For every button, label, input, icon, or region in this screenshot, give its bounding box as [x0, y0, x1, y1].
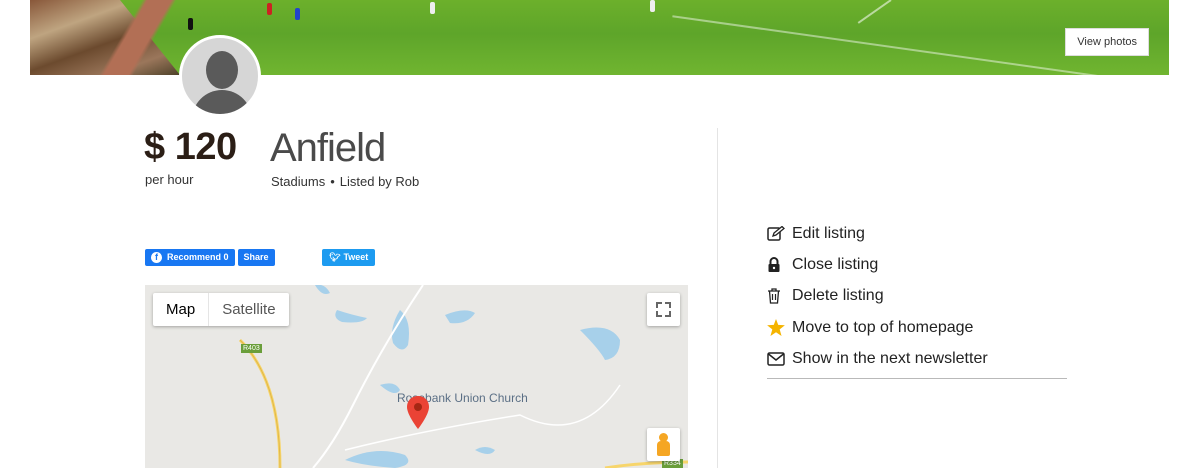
map-tab-map[interactable]: Map: [153, 293, 210, 326]
action-label: Close listing: [792, 255, 879, 273]
separator-dot: •: [330, 174, 335, 189]
fb-recommend-label: Recommend 0: [167, 252, 229, 262]
map-road: [312, 285, 424, 468]
fullscreen-button[interactable]: [647, 293, 680, 326]
delete-listing-action[interactable]: Delete listing: [767, 281, 1067, 312]
map-lake: [335, 310, 367, 323]
pegman-icon: [657, 441, 670, 456]
close-listing-action[interactable]: Close listing: [767, 249, 1067, 280]
avatar[interactable]: [179, 35, 261, 117]
map-lake: [580, 327, 620, 360]
envelope-icon: [767, 349, 792, 369]
fullscreen-icon: [656, 311, 662, 317]
actions-divider: [767, 378, 1067, 380]
listing-meta: Stadiums • Listed by Rob: [271, 174, 419, 189]
facebook-buttons: f Recommend 0 Share: [145, 249, 278, 266]
listed-by[interactable]: Listed by Rob: [340, 174, 420, 189]
listing-title: Anfield: [270, 126, 386, 170]
fb-recommend-button[interactable]: f Recommend 0: [145, 249, 235, 266]
map-type-toggle: Map Satellite: [153, 293, 289, 326]
action-label: Delete listing: [792, 287, 884, 305]
map-lake: [475, 447, 495, 454]
edit-listing-action[interactable]: Edit listing: [767, 218, 1067, 249]
player-figure: [430, 2, 435, 14]
location-map[interactable]: R403 R334 Rosebank Union Church Map Sate…: [145, 285, 688, 468]
move-to-top-action[interactable]: Move to top of homepage: [767, 312, 1067, 343]
map-road: [238, 338, 282, 468]
fb-share-button[interactable]: Share: [237, 249, 275, 266]
road-label: R403: [241, 344, 262, 353]
map-tab-satellite[interactable]: Satellite: [209, 293, 288, 326]
player-figure: [267, 3, 272, 15]
fullscreen-icon: [665, 302, 671, 308]
fullscreen-icon: [656, 302, 662, 308]
facebook-icon: f: [151, 252, 162, 263]
listing-actions: Edit listing Close listing Delete listin…: [767, 218, 1067, 380]
street-view-pegman-button[interactable]: [647, 428, 680, 461]
map-lake: [345, 451, 409, 468]
listing-category[interactable]: Stadiums: [271, 174, 325, 189]
trash-icon: [767, 286, 792, 306]
avatar-head-shape: [206, 51, 238, 89]
player-figure: [650, 0, 655, 12]
action-label: Move to top of homepage: [792, 318, 974, 336]
avatar-body-shape: [192, 90, 252, 114]
view-photos-button[interactable]: View photos: [1065, 28, 1149, 56]
map-lake: [445, 310, 475, 324]
tweet-label: Tweet: [343, 252, 369, 262]
fb-share-label: Share: [243, 252, 269, 262]
fullscreen-icon: [665, 311, 671, 317]
listing-price: $ 120: [144, 126, 237, 168]
star-icon: [767, 318, 792, 338]
player-figure: [295, 8, 300, 20]
twitter-bird-icon: 🐦︎: [329, 252, 341, 262]
map-pin-icon[interactable]: [407, 396, 429, 429]
action-label: Edit listing: [792, 224, 865, 242]
edit-icon: [767, 224, 792, 244]
pitch-line: [857, 0, 892, 24]
newsletter-action[interactable]: Show in the next newsletter: [767, 343, 1067, 374]
tweet-button[interactable]: 🐦︎ Tweet: [322, 249, 376, 266]
map-lake: [315, 285, 330, 294]
price-unit: per hour: [145, 172, 194, 187]
lock-icon: [767, 255, 792, 275]
action-label: Show in the next newsletter: [792, 349, 988, 367]
player-figure: [188, 18, 193, 30]
column-divider: [717, 128, 718, 468]
